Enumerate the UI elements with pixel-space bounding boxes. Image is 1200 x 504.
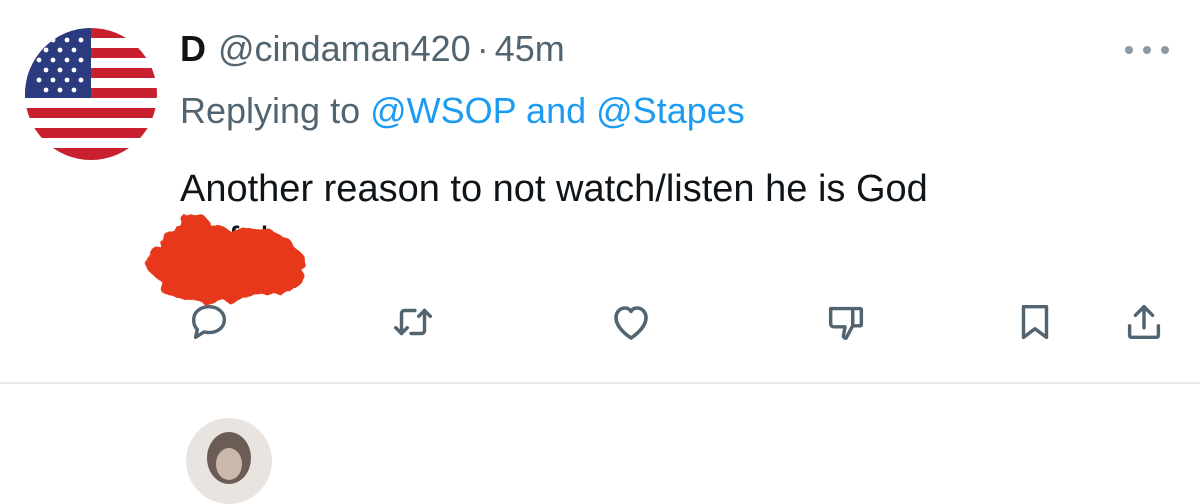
replying-to-label: Replying to xyxy=(180,90,361,131)
tweet-header: D @cindaman420 · 45m xyxy=(180,26,565,72)
more-dot xyxy=(1125,46,1133,54)
share-icon[interactable] xyxy=(1116,294,1172,350)
timestamp[interactable]: 45m xyxy=(495,26,565,72)
retweet-icon[interactable] xyxy=(385,294,441,350)
separator-dot: · xyxy=(476,28,489,69)
mention-conjunction[interactable]: and xyxy=(526,90,586,131)
user-handle[interactable]: @cindaman420 xyxy=(218,26,471,72)
tweet-text-line-2: awful. xyxy=(180,220,280,262)
tweet-divider xyxy=(0,382,1200,384)
mention-stapes[interactable]: @Stapes xyxy=(596,90,745,131)
dislike-icon[interactable] xyxy=(818,294,874,350)
portrait-icon xyxy=(186,418,272,504)
mention-wsop[interactable]: @WSOP xyxy=(370,90,516,131)
action-bar xyxy=(0,294,1200,354)
reply-icon[interactable] xyxy=(181,294,237,350)
tweet-text: Another reason to not watch/listen he is… xyxy=(180,163,1140,267)
more-options-icon[interactable] xyxy=(1125,40,1169,60)
bookmark-icon[interactable] xyxy=(1007,294,1063,350)
next-tweet-avatar[interactable] xyxy=(186,418,272,504)
us-flag-icon xyxy=(25,28,157,160)
like-icon[interactable] xyxy=(603,294,659,350)
more-dot xyxy=(1161,46,1169,54)
replying-to: Replying to @WSOP and @Stapes xyxy=(180,88,745,134)
tweet[interactable]: D @cindaman420 · 45m Replying to @WSOP a… xyxy=(0,0,1200,382)
display-name[interactable]: D xyxy=(180,26,206,72)
user-avatar[interactable] xyxy=(25,28,157,160)
tweet-text-line-1: Another reason to not watch/listen he is… xyxy=(180,168,928,210)
more-dot xyxy=(1143,46,1151,54)
